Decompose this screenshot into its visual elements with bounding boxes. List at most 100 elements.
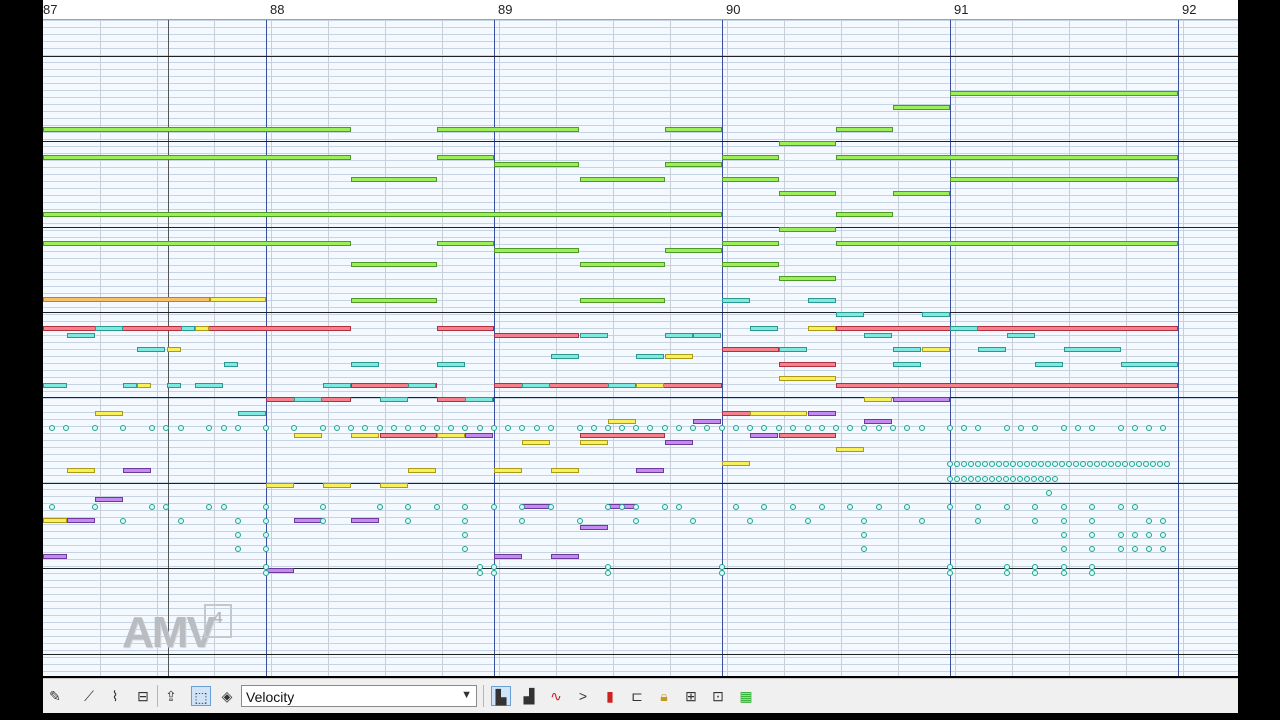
beat-line <box>670 19 671 676</box>
hit-note <box>405 518 411 524</box>
midi-note <box>808 326 836 331</box>
hit-note <box>1136 461 1142 467</box>
timeline-ruler[interactable]: 87 88 89 90 91 92 <box>43 0 1238 20</box>
hit-note <box>1094 461 1100 467</box>
midi-note <box>808 298 836 303</box>
midi-note <box>380 433 437 438</box>
hit-note <box>1164 461 1170 467</box>
hit-note <box>662 425 668 431</box>
midi-note <box>380 397 408 402</box>
beat-line <box>385 19 386 676</box>
split-icon[interactable]: ⊞ <box>681 686 701 706</box>
hit-note <box>776 425 782 431</box>
hit-note <box>619 504 625 510</box>
snap-icon[interactable]: ⇪ <box>161 686 181 706</box>
hit-note <box>1031 476 1037 482</box>
lock-icon[interactable]: 🔒︎ <box>654 686 674 706</box>
hit-note <box>619 425 625 431</box>
level-meter-icon[interactable]: ▮ <box>600 686 620 706</box>
hit-note <box>434 504 440 510</box>
play-arrow-icon[interactable]: > <box>573 686 593 706</box>
hit-note <box>1038 476 1044 482</box>
hit-note <box>149 425 155 431</box>
hit-note <box>947 570 953 576</box>
beat-line <box>100 19 101 676</box>
midi-note <box>665 248 722 253</box>
hit-note <box>819 425 825 431</box>
hit-note <box>719 570 725 576</box>
hit-note <box>1089 532 1095 538</box>
hit-note <box>975 504 981 510</box>
waveform-icon[interactable]: ⟋ <box>79 686 99 706</box>
hit-note <box>605 504 611 510</box>
hit-note <box>92 504 98 510</box>
hit-note <box>1032 504 1038 510</box>
scope-icon[interactable]: ⊡ <box>708 686 728 706</box>
hit-note <box>49 425 55 431</box>
midi-note <box>665 354 693 359</box>
hit-note <box>1061 518 1067 524</box>
midi-note <box>67 518 95 523</box>
beat-line <box>271 19 272 676</box>
hit-note <box>876 504 882 510</box>
hit-note <box>1004 504 1010 510</box>
octave-line <box>43 397 1238 398</box>
hit-note <box>961 476 967 482</box>
midi-note <box>580 525 608 530</box>
hit-note <box>178 425 184 431</box>
midi-note <box>1035 362 1063 367</box>
link-icon[interactable]: ⊏ <box>627 686 647 706</box>
piano-roll-icon[interactable]: ▙ <box>491 686 511 706</box>
hit-note <box>519 425 525 431</box>
midi-note <box>95 326 123 331</box>
hit-note <box>491 570 497 576</box>
hit-note <box>448 425 454 431</box>
midi-note <box>779 376 836 381</box>
octave-line <box>43 227 1238 228</box>
keyboard-icon[interactable]: ▟ <box>519 686 539 706</box>
hit-note <box>235 518 241 524</box>
curve-icon[interactable]: ∿ <box>546 686 566 706</box>
midi-note <box>722 461 750 466</box>
midi-note <box>43 518 67 523</box>
midi-note <box>779 227 836 232</box>
hit-note <box>605 425 611 431</box>
midi-note <box>351 518 379 523</box>
hit-note <box>1075 425 1081 431</box>
midi-note <box>95 497 123 502</box>
midi-note <box>580 333 608 338</box>
midi-note <box>43 554 67 559</box>
midi-note <box>551 354 579 359</box>
hit-note <box>235 425 241 431</box>
midi-note <box>123 383 137 388</box>
bar-number: 89 <box>498 2 513 17</box>
midi-note <box>494 248 579 253</box>
midi-note <box>665 127 722 132</box>
paint-icon[interactable]: ◈ <box>217 686 237 706</box>
beat-line <box>442 19 443 676</box>
hit-note <box>954 476 960 482</box>
hit-note <box>519 504 525 510</box>
midi-note <box>494 333 579 338</box>
controller-select[interactable]: Velocity ▼ <box>241 685 477 707</box>
piano-roll-grid[interactable]: 87 88 89 90 91 92 <box>43 0 1238 676</box>
hit-note <box>704 425 710 431</box>
select-rect-icon[interactable]: ⬚ <box>191 686 211 706</box>
eraser-icon[interactable]: ⌇ <box>105 686 125 706</box>
pen-tool-icon[interactable]: ✎ <box>45 686 65 706</box>
hit-note <box>477 570 483 576</box>
hit-note <box>1146 518 1152 524</box>
hit-note <box>919 425 925 431</box>
hit-note <box>968 476 974 482</box>
midi-note <box>722 155 779 160</box>
hit-note <box>1143 461 1149 467</box>
hit-note <box>1061 546 1067 552</box>
hit-note <box>761 504 767 510</box>
hit-note <box>1132 546 1138 552</box>
hit-note <box>1101 461 1107 467</box>
watermark-text: AMV <box>122 608 216 657</box>
midi-note <box>123 468 151 473</box>
midi-note <box>43 383 67 388</box>
line-tool-icon[interactable]: ⊟ <box>133 686 153 706</box>
mixer-icon[interactable]: ▦ <box>736 686 756 706</box>
